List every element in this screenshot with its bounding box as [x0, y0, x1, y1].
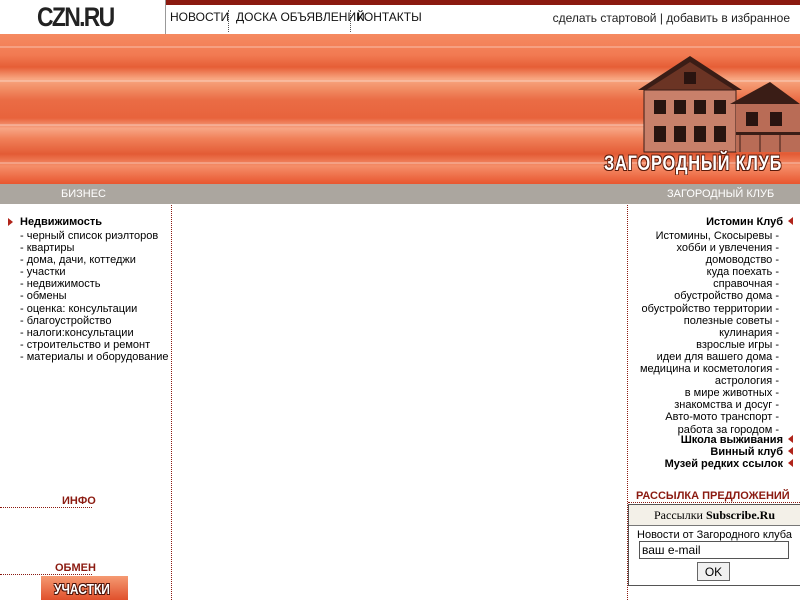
wine-club-heading[interactable]: Винный клуб — [710, 446, 793, 458]
exchange-title: ОБМЕН — [55, 562, 96, 574]
wine-club-label: Винный клуб — [710, 446, 783, 458]
section-bar: БИЗНЕС ЗАГОРОДНЫЙ КЛУБ — [0, 184, 800, 204]
list-item[interactable]: полезные советы - — [640, 315, 779, 327]
country-club-label[interactable]: ЗАГОРОДНЫЙ КЛУБ — [667, 188, 774, 200]
site-logo[interactable]: CZN.RU — [37, 2, 115, 33]
nav-board[interactable]: ДОСКА ОБЪЯВЛЕНИЙ — [236, 10, 365, 24]
subscribe-header-prefix: Рассылки — [654, 508, 706, 522]
top-nav-accent-line — [166, 0, 411, 5]
subscribe-header: Рассылки Subscribe.Ru — [629, 505, 800, 526]
list-item[interactable]: кулинария - — [640, 327, 779, 339]
survival-school-heading[interactable]: Школа выживания — [681, 434, 793, 446]
house-illustration — [638, 56, 800, 153]
realty-links: - черный список риэлторов - квартиры - д… — [20, 230, 169, 363]
logo-area: CZN.RU — [0, 0, 166, 34]
subscribe-description: Новости от Загородного клуба — [637, 529, 792, 541]
list-item[interactable]: хобби и увлечения - — [640, 242, 779, 254]
nav-separator — [350, 10, 351, 32]
plots-button-label: УЧАСТКИ — [54, 581, 110, 598]
club-links: Истомины, Скосыревы - хобби и увлечения … — [640, 230, 779, 436]
subscribe-widget: Рассылки Subscribe.Ru Новости от Загород… — [628, 504, 800, 586]
list-item[interactable]: знакомства и досуг - — [640, 399, 779, 411]
list-item[interactable]: - налоги:консультации — [20, 327, 169, 339]
rare-links-label: Музей редких ссылок — [664, 458, 783, 470]
list-item[interactable]: астрология - — [640, 375, 779, 387]
list-item[interactable]: Авто-мото транспорт - — [640, 411, 779, 423]
nav-separator — [228, 10, 229, 32]
nav-contacts[interactable]: КОНТАКТЫ — [357, 10, 422, 24]
list-item[interactable]: справочная - — [640, 278, 779, 290]
arrow-right-icon — [8, 218, 13, 226]
club-title: ЗАГОРОДНЫЙ КЛУБ — [604, 152, 783, 175]
nav-news[interactable]: НОВОСТИ — [170, 10, 229, 24]
ok-button[interactable]: OK — [697, 562, 730, 581]
arrow-left-icon — [788, 435, 793, 443]
list-item[interactable]: в мире животных - — [640, 387, 779, 399]
email-field[interactable] — [639, 541, 789, 559]
subscribe-brand[interactable]: Subscribe.Ru — [706, 508, 775, 522]
newsletter-title: РАССЫЛКА ПРЕДЛОЖЕНИЙ — [636, 490, 790, 502]
list-item[interactable]: - обмены — [20, 290, 169, 302]
link-separator: | — [659, 11, 663, 25]
istomin-club-heading[interactable]: Истомин Клуб — [706, 216, 793, 228]
list-item[interactable]: - благоустройство — [20, 315, 169, 327]
list-item[interactable]: - материалы и оборудование — [20, 351, 169, 363]
realty-heading-label: Недвижимость — [20, 216, 102, 228]
list-item[interactable]: - черный список риэлторов — [20, 230, 169, 242]
divider — [0, 507, 92, 508]
list-item[interactable]: - квартиры — [20, 242, 169, 254]
business-label[interactable]: БИЗНЕС — [61, 188, 106, 200]
add-favorites-link[interactable]: добавить в избранное — [666, 11, 790, 25]
list-item[interactable]: - оценка: консультации — [20, 303, 169, 315]
list-item[interactable]: - участки — [20, 266, 169, 278]
divider — [0, 574, 92, 575]
arrow-left-icon — [788, 217, 793, 225]
divider — [628, 502, 800, 503]
list-item[interactable]: домоводство - — [640, 254, 779, 266]
list-item[interactable]: - дома, дачи, коттеджи — [20, 254, 169, 266]
survival-school-label: Школа выживания — [680, 434, 783, 446]
left-sidebar: Недвижимость - черный список риэлторов -… — [0, 205, 172, 600]
list-item[interactable]: обустройство дома - — [640, 290, 779, 302]
top-bar: CZN.RU НОВОСТИ ДОСКА ОБЪЯВЛЕНИЙ КОНТАКТЫ… — [0, 0, 800, 34]
rare-links-heading[interactable]: Музей редких ссылок — [665, 458, 793, 470]
list-item[interactable]: - недвижимость — [20, 278, 169, 290]
list-item[interactable]: взрослые игры - — [640, 339, 779, 351]
list-item[interactable]: идеи для вашего дома - — [640, 351, 779, 363]
list-item[interactable]: - строительство и ремонт — [20, 339, 169, 351]
list-item[interactable]: медицина и косметология - — [640, 363, 779, 375]
list-item[interactable]: куда поехать - — [640, 266, 779, 278]
top-accent-line — [411, 0, 800, 5]
list-item[interactable]: Истомины, Скосыревы - — [640, 230, 779, 242]
arrow-left-icon — [788, 459, 793, 467]
istomin-club-label: Истомин Клуб — [706, 216, 783, 228]
info-title: ИНФО — [62, 495, 96, 507]
top-links: сделать стартовой | добавить в избранное — [553, 11, 790, 25]
set-home-link[interactable]: сделать стартовой — [553, 11, 657, 25]
list-item[interactable]: обустройство территории - — [640, 303, 779, 315]
arrow-left-icon — [788, 447, 793, 455]
plots-button[interactable]: УЧАСТКИ — [41, 576, 128, 600]
header-banner: ЗАГОРОДНЫЙ КЛУБ — [0, 34, 800, 184]
